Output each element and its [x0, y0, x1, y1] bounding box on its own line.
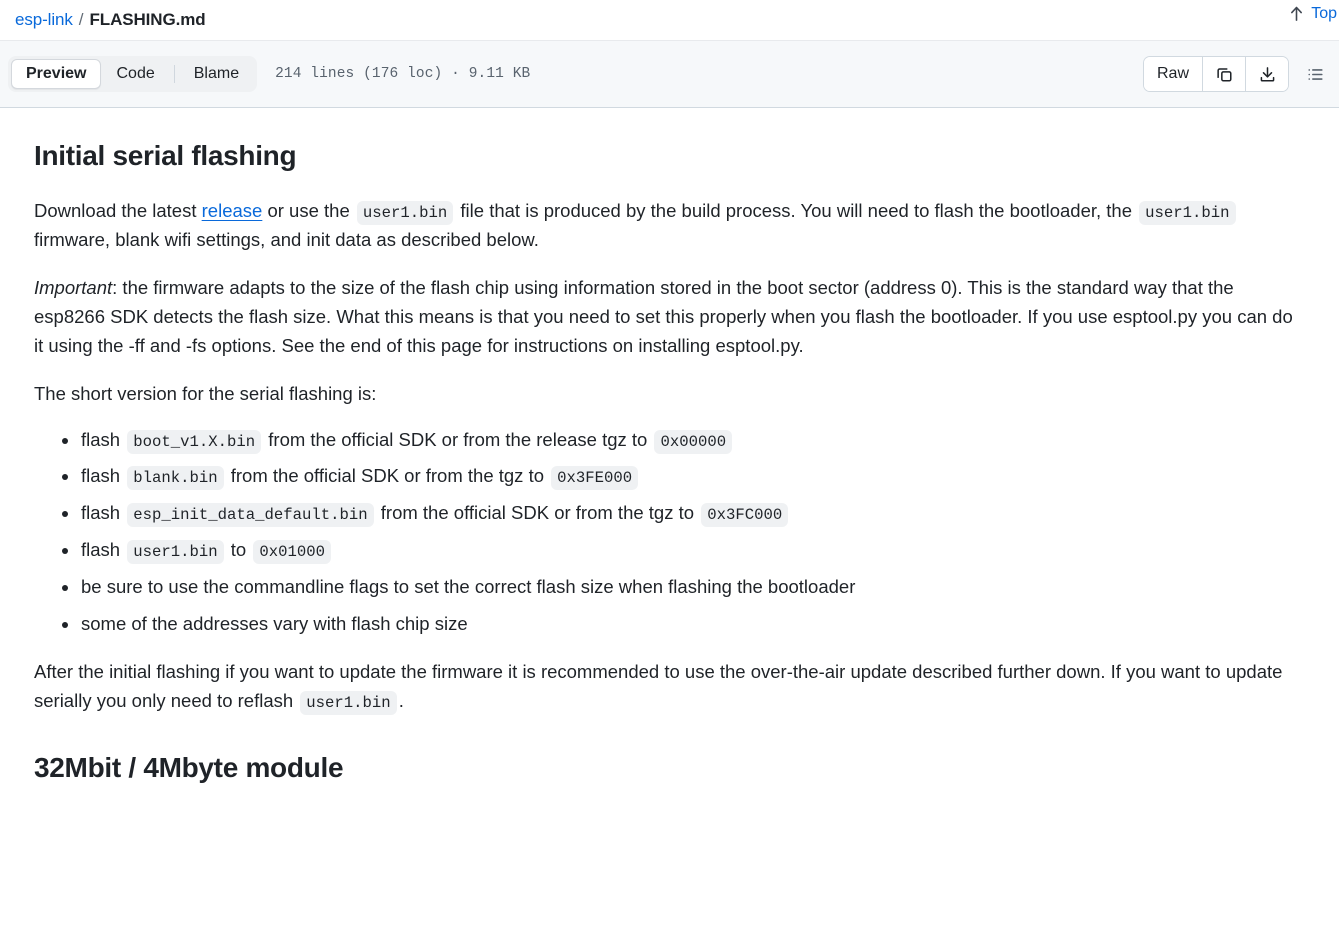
para4-text-b: . [398, 689, 404, 711]
toolbar-actions: Raw [1142, 56, 1335, 92]
file-action-button-group: Raw [1142, 56, 1289, 92]
inline-code-esp-init-data-bin: esp_init_data_default.bin [127, 503, 374, 528]
breadcrumb-file-name: FLASHING.md [89, 10, 206, 29]
list-item: some of the addresses vary with flash ch… [62, 610, 1305, 639]
release-link[interactable]: release [202, 200, 263, 221]
inline-code-address: 0x01000 [253, 540, 331, 565]
tab-code[interactable]: Code [101, 59, 169, 89]
file-meta-info: 214 lines (176 loc) · 9.11 KB [275, 66, 531, 82]
list-item-text: from the official SDK or from the tgz to [225, 465, 550, 487]
list-item: flash esp_init_data_default.bin from the… [62, 499, 1305, 528]
list-item: flash blank.bin from the official SDK or… [62, 462, 1305, 491]
raw-button[interactable]: Raw [1143, 57, 1202, 91]
file-toolbar: Preview Code Blame 214 lines (176 loc) ·… [0, 41, 1339, 108]
inline-code-user1-bin-1: user1.bin [356, 201, 454, 226]
scroll-to-top-link[interactable]: Top [1289, 4, 1339, 23]
para1-text-c: file that is produced by the build proce… [455, 200, 1138, 222]
para1-text-d: firmware, blank wifi settings, and init … [34, 229, 539, 251]
breadcrumb-repo-link[interactable]: esp-link [15, 10, 73, 30]
inline-code-address: 0x3FE000 [551, 466, 639, 491]
paragraph-download-release: Download the latest release or use the u… [34, 197, 1305, 255]
inline-code-boot-bin: boot_v1.X.bin [127, 429, 262, 454]
flashing-steps-list: flash boot_v1.X.bin from the official SD… [34, 426, 1305, 639]
markdown-content: Initial serial flashing Download the lat… [0, 108, 1339, 787]
inline-code-blank-bin: blank.bin [127, 466, 224, 491]
view-mode-segmented-control: Preview Code Blame [8, 56, 258, 92]
para1-text-b: or use the [262, 200, 355, 222]
inline-code-address: 0x3FC000 [701, 503, 789, 528]
list-item: flash boot_v1.X.bin from the official SD… [62, 426, 1305, 455]
paragraph-important-note: Important: the firmware adapts to the si… [34, 274, 1305, 361]
list-item-text: flash [81, 502, 126, 524]
paragraph-short-version: The short version for the serial flashin… [34, 382, 377, 404]
arrow-up-icon [1289, 4, 1304, 23]
list-item-text: to [225, 539, 252, 561]
copy-icon[interactable] [1202, 57, 1245, 91]
paragraph-after-initial-flashing: After the initial flashing if you want t… [34, 658, 1305, 716]
para4-text-a: After the initial flashing if you want t… [34, 660, 1283, 711]
list-item-text: from the official SDK or from the tgz to [375, 502, 700, 524]
segment-divider [173, 65, 175, 83]
list-item-text: flash [81, 428, 126, 450]
list-item: be sure to use the commandline flags to … [62, 573, 1305, 602]
inline-code-user1-bin: user1.bin [127, 540, 224, 565]
para2-text: : the firmware adapts to the size of the… [34, 277, 1293, 356]
important-emphasis: Important [34, 277, 113, 299]
list-item-text: from the official SDK or from the releas… [263, 428, 653, 450]
heading-initial-serial-flashing: Initial serial flashing [34, 140, 297, 171]
inline-code-user1-bin-3: user1.bin [300, 690, 397, 715]
top-link-label: Top [1311, 4, 1337, 22]
download-icon[interactable] [1245, 57, 1288, 91]
heading-32mbit-module: 32Mbit / 4Mbyte module [34, 752, 344, 784]
list-item-text: some of the addresses vary with flash ch… [81, 612, 468, 634]
para1-text-a: Download the latest [34, 200, 202, 222]
inline-code-address: 0x00000 [654, 429, 733, 454]
breadcrumb-bar: esp-link / FLASHING.md Top [0, 0, 1339, 41]
inline-code-user1-bin-2: user1.bin [1139, 201, 1236, 226]
list-item: flash user1.bin to 0x01000 [62, 536, 1305, 565]
outline-list-icon[interactable] [1295, 56, 1335, 92]
list-item-text: flash [81, 465, 126, 487]
tab-preview[interactable]: Preview [11, 59, 102, 89]
list-item-text: be sure to use the commandline flags to … [81, 575, 856, 597]
list-item-text: flash [81, 539, 126, 561]
breadcrumb-separator: / [78, 10, 84, 29]
tab-blame[interactable]: Blame [179, 59, 254, 89]
